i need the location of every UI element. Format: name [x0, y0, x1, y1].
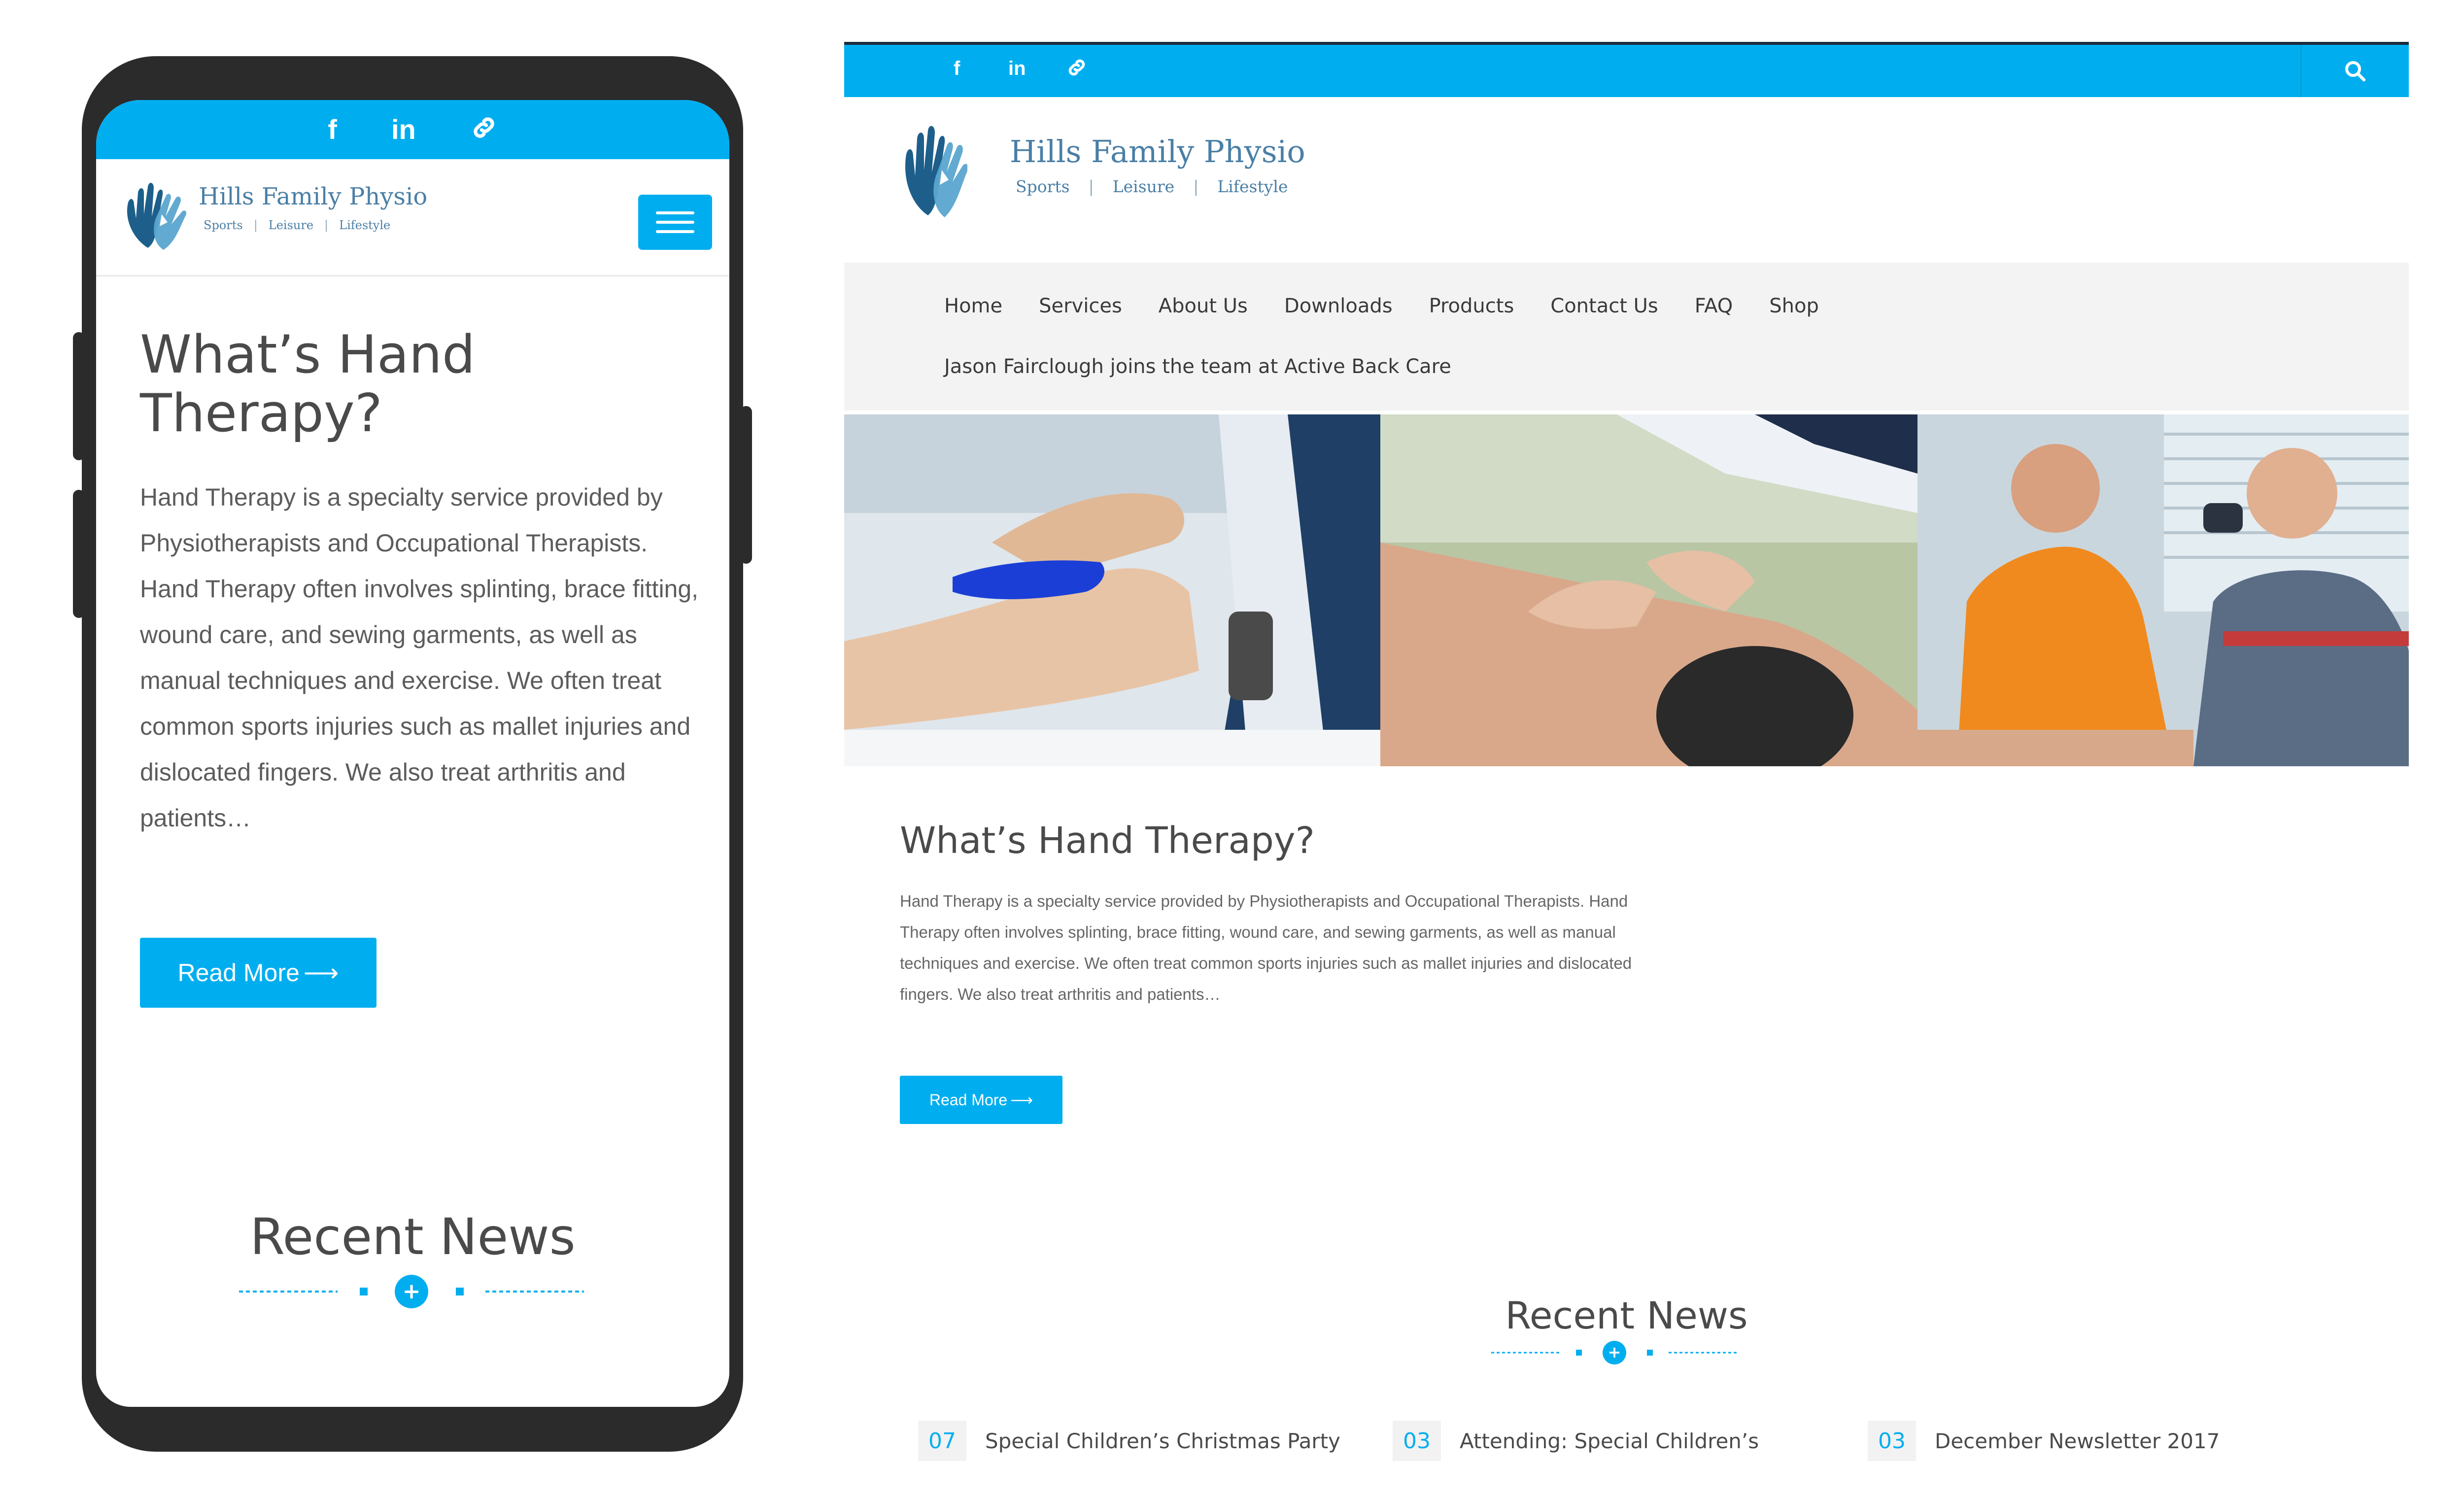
news-date-badge: 03 [1393, 1421, 1441, 1461]
nav-downloads[interactable]: Downloads [1284, 295, 1393, 317]
tagline-separator: | [253, 218, 258, 232]
hamburger-menu-button[interactable] [638, 195, 712, 250]
linkedin-icon[interactable]: in [1008, 58, 1026, 80]
news-title[interactable]: Attending: Special Children’s [1460, 1429, 1759, 1453]
main-navigation: Home Services About Us Downloads Product… [844, 263, 2409, 410]
desktop-recent-news-title: Recent News [1505, 1294, 1748, 1337]
tagline-separator: | [1088, 177, 1094, 196]
hands-logo-icon[interactable] [898, 121, 967, 219]
menu-line [656, 211, 694, 214]
mobile-read-more-button[interactable]: Read More ⟶ [140, 938, 376, 1008]
desktop-article-title: What’s Hand Therapy? [900, 819, 1315, 862]
search-icon [2345, 61, 2366, 82]
svg-text:+: + [1608, 1343, 1621, 1362]
news-item[interactable]: 03 Attending: Special Children’s [1393, 1421, 1759, 1461]
hands-logo-icon[interactable] [118, 179, 187, 253]
hero-image-back-massage [1380, 414, 1917, 766]
hero-image-exercise [1917, 414, 2409, 766]
mobile-recent-news-title: Recent News [250, 1208, 576, 1266]
recent-news-list: 07 Special Children’s Christmas Party 03… [844, 1421, 2409, 1465]
tagline-leisure: Leisure [1112, 177, 1175, 196]
title-line-1: What’s Hand [140, 324, 476, 385]
nav-home[interactable]: Home [944, 295, 1002, 317]
mobile-social-bar: f in [96, 100, 729, 159]
read-more-label: Read More [929, 1090, 1008, 1109]
brand-tagline: Sports | Leisure | Lifestyle [204, 218, 390, 232]
news-title[interactable]: Special Children’s Christmas Party [985, 1429, 1340, 1453]
brand-name[interactable]: Hills Family Physio [1010, 134, 1305, 170]
read-more-label: Read More [177, 959, 300, 987]
menu-line [656, 221, 694, 224]
brand-name[interactable]: Hills Family Physio [199, 183, 427, 210]
side-button-right [740, 406, 752, 564]
side-button-left-2 [73, 490, 85, 618]
link-icon[interactable] [1066, 57, 1088, 83]
news-date-badge: 03 [1868, 1421, 1916, 1461]
news-divider: + [239, 1275, 584, 1308]
mobile-screen: f in Hills Family Physio Sports | Leisure |… [96, 100, 729, 1407]
tagline-sports: Sports [1016, 177, 1070, 196]
tagline-lifestyle: Lifestyle [1217, 177, 1288, 196]
desktop-read-more-button[interactable]: Read More ⟶ [900, 1076, 1062, 1124]
nav-products[interactable]: Products [1429, 295, 1514, 317]
menu-line [656, 230, 694, 233]
facebook-icon[interactable]: f [328, 116, 337, 143]
link-icon[interactable] [470, 114, 498, 146]
tagline-separator: | [324, 218, 329, 232]
news-item[interactable]: 03 December Newsletter 2017 [1868, 1421, 2220, 1461]
nav-row: Home Services About Us Downloads Product… [944, 295, 1855, 317]
desktop-top-bar: f in [844, 42, 2409, 97]
nav-shop[interactable]: Shop [1769, 295, 1819, 317]
hero-image-strip [844, 414, 2409, 766]
mobile-article-body: Hand Therapy is a specialty service prov… [140, 483, 699, 832]
news-item[interactable]: 07 Special Children’s Christmas Party [918, 1421, 1340, 1461]
nav-services[interactable]: Services [1039, 295, 1122, 317]
news-date-badge: 07 [918, 1421, 966, 1461]
nav-contact-us[interactable]: Contact Us [1550, 295, 1658, 317]
mobile-header: Hills Family Physio Sports | Leisure | Lifes… [96, 159, 729, 276]
tagline-lifestyle: Lifestyle [339, 218, 391, 232]
hero-image-hand-therapy [844, 414, 1380, 766]
nav-about-us[interactable]: About Us [1159, 295, 1248, 317]
desktop-page: f in Hills Family Physio Sports | Leisure |… [844, 42, 2409, 1491]
news-title[interactable]: December Newsletter 2017 [1935, 1429, 2220, 1453]
tagline-leisure: Leisure [268, 218, 314, 232]
brand-tagline: Sports | Leisure | Lifestyle [1016, 177, 1288, 196]
side-button-left-1 [73, 332, 85, 460]
mobile-article-title: What’s Hand Therapy? [140, 324, 682, 443]
desktop-article-body: Hand Therapy is a specialty service prov… [900, 892, 1632, 1003]
tagline-separator: | [1193, 177, 1199, 196]
arrow-right-icon: ⟶ [303, 959, 339, 987]
linkedin-icon[interactable]: in [391, 116, 416, 143]
search-button[interactable] [2300, 45, 2409, 97]
arrow-right-icon: ⟶ [1010, 1091, 1033, 1109]
nav-faq[interactable]: FAQ [1695, 295, 1733, 317]
nav-news-link[interactable]: Jason Fairclough joins the team at Activ… [944, 355, 1451, 378]
tagline-sports: Sports [204, 218, 243, 232]
facebook-icon[interactable]: f [954, 58, 960, 80]
news-divider: + [1491, 1341, 1738, 1364]
title-line-2: Therapy? [140, 382, 382, 443]
svg-text:+: + [403, 1279, 421, 1304]
